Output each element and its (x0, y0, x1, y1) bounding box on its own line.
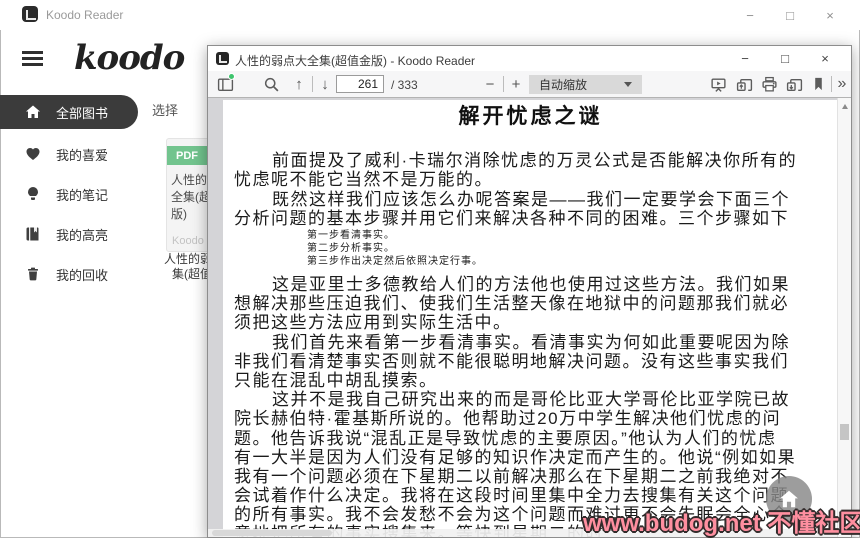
download-button[interactable] (782, 71, 806, 97)
notification-dot (228, 73, 235, 80)
sidebar-item-trash[interactable]: 我的回收 (0, 257, 150, 291)
zoom-level-select[interactable]: 自动缩放 (529, 75, 642, 94)
download-icon (786, 76, 803, 93)
presentation-icon (710, 76, 727, 93)
find-button[interactable] (258, 71, 284, 97)
minus-icon: − (486, 76, 495, 93)
bookmark-icon (811, 76, 826, 92)
presentation-mode-button[interactable] (706, 71, 730, 97)
sidebar-item-label: 我的笔记 (56, 185, 108, 204)
pdf-page: 解开忧虑之谜 前面提及了威利·卡瑞尔消除忧虑的万灵公式是否能解决你所有的 忧虑呢… (223, 100, 838, 537)
hamburger-menu-icon[interactable] (22, 51, 43, 66)
main-window-controls: − □ × (730, 0, 850, 30)
pdf-toolbar: ↑ ↓ / 333 − + 自动缩放 (208, 71, 851, 98)
close-button[interactable]: × (810, 0, 850, 30)
zoom-out-button[interactable]: − (478, 71, 502, 97)
screen: Koodo Reader − □ × koodo 全部图书 我的喜爱 我的笔记 … (0, 0, 860, 538)
reader-window: 人性的弱点大全集(超值金版) - Koodo Reader − □ × ↑ ↓ … (207, 45, 852, 538)
page-text: 前面提及了威利·卡瑞尔消除忧虑的万灵公式是否能解决你所有的 忧虑呢不能它当然不是… (223, 100, 838, 537)
vertical-scrollbar[interactable] (837, 98, 851, 537)
maximize-button[interactable]: □ (770, 0, 810, 30)
sidebar-item-all-books[interactable]: 全部图书 (0, 95, 138, 129)
previous-page-button[interactable]: ↑ (287, 71, 311, 97)
sidebar-item-label: 我的回收 (56, 265, 108, 284)
koodo-logo: koodo (74, 38, 184, 78)
more-tools-button[interactable]: » (832, 71, 852, 97)
reader-window-title: 人性的弱点大全集(超值金版) - Koodo Reader (235, 52, 475, 69)
page-number-input[interactable] (336, 75, 384, 93)
horizontal-scrollbar-thumb[interactable] (212, 530, 332, 536)
print-button[interactable] (757, 71, 781, 97)
sidebar-item-favorites[interactable]: 我的喜爱 (0, 137, 150, 171)
open-file-icon (736, 76, 753, 93)
book-icon (25, 226, 41, 242)
main-window-titlebar: Koodo Reader − □ × (0, 0, 860, 30)
sidebar-item-highlights[interactable]: 我的高亮 (0, 217, 150, 251)
sidebar-item-notes[interactable]: 我的笔记 (0, 177, 150, 211)
maximize-button[interactable]: □ (765, 46, 805, 71)
sidebar-item-label: 全部图书 (56, 103, 108, 122)
home-icon (25, 104, 41, 120)
site-watermark: www.budog.net 不懂社区 (583, 503, 860, 538)
pdf-viewer-area: 解开忧虑之谜 前面提及了威利·卡瑞尔消除忧虑的万灵公式是否能解决你所有的 忧虑呢… (208, 98, 851, 537)
bookmark-button[interactable] (807, 71, 829, 97)
reader-window-controls: − □ × (725, 46, 845, 71)
cover-watermark: Koodo (172, 235, 204, 247)
select-label[interactable]: 选择 (152, 100, 178, 119)
koodo-app-icon (22, 6, 38, 22)
chevron-down-icon (624, 82, 632, 87)
vertical-scrollbar-thumb[interactable] (840, 424, 849, 440)
arrow-down-icon: ↓ (321, 76, 329, 93)
sidebar-item-label: 我的高亮 (56, 225, 108, 244)
minimize-button[interactable]: − (730, 0, 770, 30)
trash-icon (25, 266, 41, 282)
lightbulb-icon (25, 186, 41, 202)
text-line: 第三步作出决定然后依照决定行事。 (307, 252, 483, 267)
open-file-button[interactable] (732, 71, 756, 97)
close-button[interactable]: × (805, 46, 845, 71)
search-icon (263, 76, 280, 93)
main-window-title: Koodo Reader (46, 8, 123, 22)
heart-icon (25, 146, 41, 162)
arrow-up-icon: ↑ (295, 76, 303, 93)
zoom-select-value: 自动缩放 (539, 76, 587, 93)
sidebar-item-label: 我的喜爱 (56, 145, 108, 164)
reader-titlebar: 人性的弱点大全集(超值金版) - Koodo Reader − □ × (208, 46, 851, 71)
minimize-button[interactable]: − (725, 46, 765, 71)
double-chevron-icon: » (838, 75, 847, 93)
sidebar-toggle-button[interactable] (212, 71, 238, 97)
printer-icon (761, 76, 778, 93)
scroll-up-arrow-icon[interactable] (842, 104, 848, 109)
plus-icon: + (512, 76, 521, 93)
next-page-button[interactable]: ↓ (313, 71, 337, 97)
page-count-label: / 333 (391, 78, 418, 92)
zoom-in-button[interactable]: + (504, 71, 528, 97)
koodo-app-icon (216, 52, 229, 65)
